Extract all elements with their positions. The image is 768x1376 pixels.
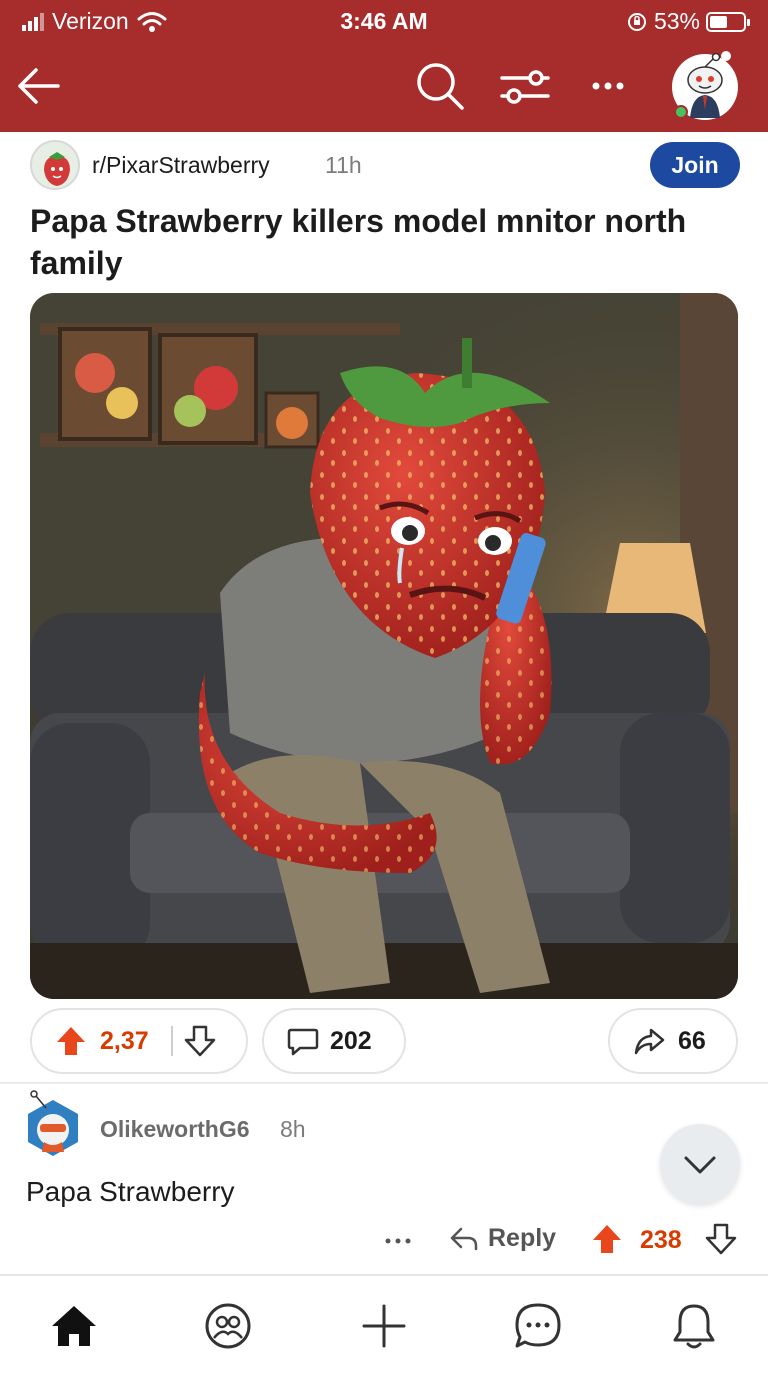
home-icon[interactable] <box>48 1300 100 1352</box>
reply-icon <box>450 1227 478 1251</box>
upvote-count: 2,37 <box>100 1026 149 1055</box>
communities-icon[interactable] <box>202 1300 254 1352</box>
share-icon <box>634 1028 665 1055</box>
collapse-button[interactable] <box>660 1124 740 1204</box>
subreddit-name[interactable]: r/PixarStrawberry <box>92 152 270 179</box>
comment-upvote-icon[interactable] <box>590 1222 624 1256</box>
comment: OlikeworthG6 8h Papa Strawberry Reply 23… <box>24 1090 744 1270</box>
reply-label: Reply <box>488 1223 557 1252</box>
comments-button[interactable]: 202 <box>262 1008 406 1074</box>
downvote-icon[interactable] <box>183 1024 217 1058</box>
comment-downvote-icon[interactable] <box>704 1222 738 1256</box>
comment-text: Papa Strawberry <box>26 1176 235 1207</box>
chat-icon[interactable] <box>512 1300 564 1352</box>
profile-avatar[interactable] <box>670 50 740 124</box>
chevron-down-icon <box>684 1156 716 1174</box>
reply-button[interactable]: Reply <box>448 1222 556 1254</box>
comment-score: 238 <box>640 1226 682 1254</box>
subreddit-icon[interactable] <box>30 140 80 190</box>
top-bar: Verizon 3:46 AM 53% <box>0 0 768 132</box>
battery-percent: 53% <box>653 8 700 34</box>
comment-more-icon[interactable] <box>382 1226 414 1256</box>
share-button[interactable]: 66 <box>608 1008 738 1074</box>
status-right: 53% <box>626 8 750 35</box>
notifications-icon[interactable] <box>668 1300 720 1352</box>
post-title: Papa Strawberry killers model mnitor nor… <box>30 203 687 281</box>
commenter-avatar[interactable] <box>24 1090 82 1162</box>
join-button[interactable]: Join <box>650 142 740 188</box>
vote-separator <box>170 1026 173 1056</box>
comment-actions: Reply 238 <box>382 1220 744 1260</box>
comment-username[interactable]: OlikeworthG6 <box>100 1116 250 1143</box>
status-bar: Verizon 3:46 AM 53% <box>0 0 768 44</box>
orientation-lock-icon <box>627 12 646 31</box>
create-icon[interactable] <box>358 1300 410 1352</box>
battery-icon <box>706 11 750 32</box>
nav-bar <box>0 50 768 128</box>
comment-time: 8h <box>280 1116 306 1142</box>
post-image[interactable] <box>30 293 738 999</box>
comment-icon <box>287 1028 319 1056</box>
upvote-icon[interactable] <box>54 1024 88 1058</box>
more-icon[interactable] <box>580 58 636 114</box>
search-icon[interactable] <box>412 58 468 114</box>
post-time: 11h <box>325 152 362 178</box>
share-count: 66 <box>678 1026 706 1055</box>
post-actions: 2,37 202 66 <box>30 1008 738 1074</box>
section-divider <box>0 1082 768 1084</box>
filter-icon[interactable] <box>496 58 554 114</box>
post-header: r/PixarStrawberry 11h Join <box>30 140 740 192</box>
comment-count: 202 <box>330 1026 372 1055</box>
vote-pill: 2,37 <box>30 1008 248 1074</box>
bottom-nav <box>0 1274 768 1376</box>
back-arrow-icon[interactable] <box>12 58 68 114</box>
